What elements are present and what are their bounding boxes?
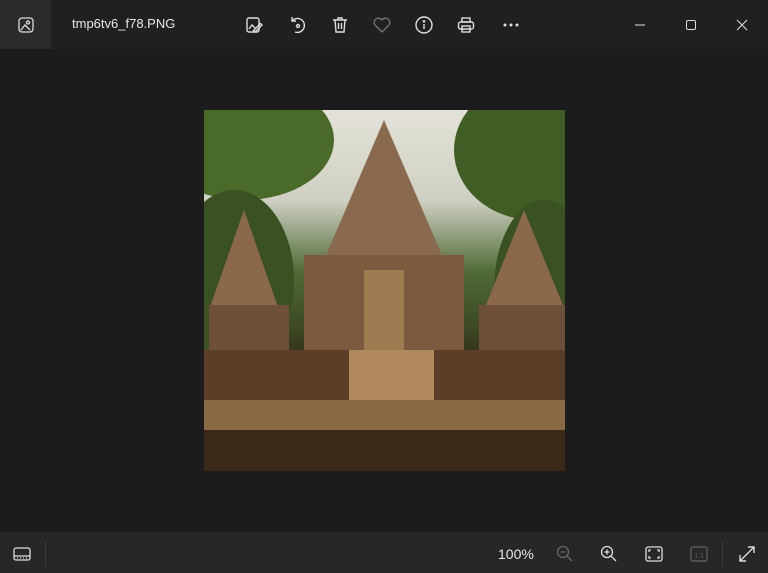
info-icon[interactable]	[411, 12, 437, 38]
rotate-icon[interactable]	[284, 12, 310, 38]
close-button[interactable]	[729, 12, 755, 38]
print-icon[interactable]	[453, 12, 479, 38]
minimize-button[interactable]	[627, 12, 653, 38]
zoom-in-icon[interactable]	[597, 542, 621, 566]
actual-size-icon[interactable]: 1:1	[687, 542, 711, 566]
window-title: tmp6tv6_f78.PNG	[72, 16, 176, 31]
more-icon[interactable]	[498, 12, 524, 38]
favorite-icon[interactable]	[369, 12, 395, 38]
delete-icon[interactable]	[327, 12, 353, 38]
edit-image-icon[interactable]	[241, 12, 267, 38]
fullscreen-icon[interactable]	[735, 542, 759, 566]
svg-text:1:1: 1:1	[694, 553, 704, 560]
zoom-level: 100%	[498, 546, 534, 562]
photos-app-icon[interactable]	[0, 0, 51, 49]
divider	[45, 541, 46, 567]
filmstrip-toggle-icon[interactable]	[10, 542, 34, 566]
displayed-photo	[204, 110, 565, 471]
divider	[722, 541, 723, 567]
maximize-button[interactable]	[678, 12, 704, 38]
zoom-out-icon[interactable]	[553, 542, 577, 566]
title-bar: tmp6tv6_f78.PNG	[0, 0, 768, 49]
fit-to-window-icon[interactable]	[642, 542, 666, 566]
